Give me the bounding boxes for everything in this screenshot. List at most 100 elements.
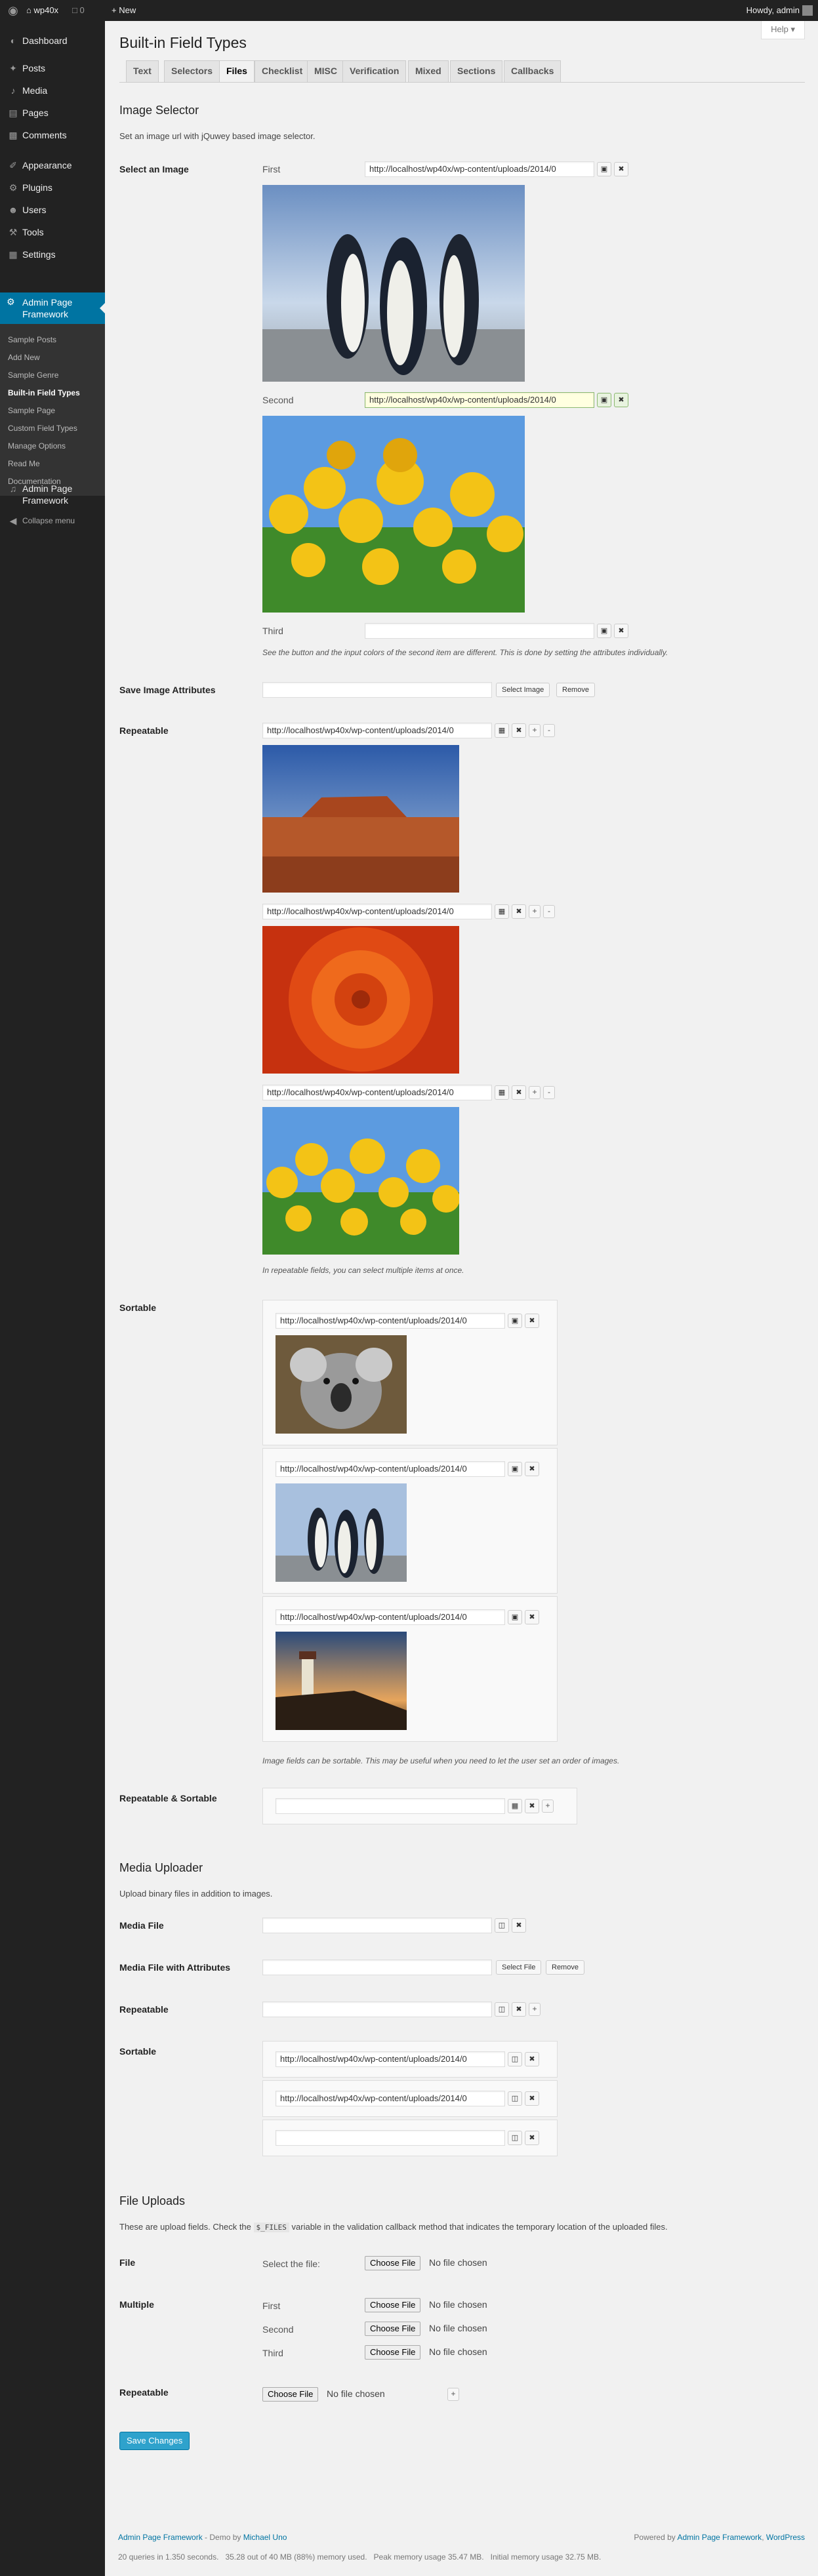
footer-author-link[interactable]: Michael Uno: [243, 2533, 287, 2542]
submenu-item[interactable]: Sample Posts: [8, 334, 56, 345]
choose-file-button[interactable]: Choose File: [365, 2256, 421, 2270]
image-url-input[interactable]: http://localhost/wp40x/wp-content/upload…: [262, 904, 492, 919]
remove-button[interactable]: Remove: [546, 1960, 584, 1975]
help-tab-button[interactable]: Help ▾: [761, 21, 805, 39]
media-url-input[interactable]: http://localhost/wp40x/wp-content/upload…: [276, 2091, 505, 2106]
add-field-button[interactable]: +: [447, 2388, 459, 2401]
remove-field-button[interactable]: -: [543, 1086, 555, 1099]
remove-file-button[interactable]: ✖: [525, 2131, 539, 2145]
remove-file-button[interactable]: ✖: [525, 2091, 539, 2106]
remove-image-button[interactable]: ✖: [512, 723, 526, 738]
remove-field-button[interactable]: -: [543, 905, 555, 918]
select-images-button[interactable]: ▦: [508, 1799, 522, 1813]
media-url-input[interactable]: [262, 1960, 492, 1975]
select-images-button[interactable]: ▦: [495, 904, 509, 919]
choose-file-button[interactable]: Choose File: [365, 2345, 421, 2360]
image-url-input[interactable]: http://localhost/wp40x/wp-content/upload…: [276, 1313, 505, 1329]
sidebar-item-posts[interactable]: ✦ Posts: [0, 62, 105, 75]
tab-text[interactable]: Text: [126, 60, 159, 82]
media-url-input[interactable]: [262, 2002, 492, 2017]
image-attribute-input[interactable]: [262, 682, 492, 698]
add-field-button[interactable]: +: [542, 1800, 554, 1813]
remove-file-button[interactable]: ✖: [525, 2052, 539, 2066]
howdy-user-link[interactable]: Howdy, admin: [746, 0, 800, 21]
tab-files[interactable]: Files: [219, 60, 255, 82]
select-file-button[interactable]: ◫: [495, 2002, 509, 2017]
media-url-input-empty[interactable]: [276, 2130, 505, 2146]
remove-image-button[interactable]: ✖: [614, 162, 628, 176]
sidebar-item-admin-page-framework[interactable]: ⚙ Admin Page Framework: [0, 292, 105, 324]
image-url-input-empty[interactable]: [365, 623, 594, 639]
footer-framework-link[interactable]: Admin Page Framework: [677, 2533, 762, 2542]
image-url-input[interactable]: http://localhost/wp40x/wp-content/upload…: [276, 1609, 505, 1625]
select-file-button[interactable]: ◫: [508, 2052, 522, 2066]
remove-file-button[interactable]: ✖: [512, 1918, 526, 1933]
remove-field-button[interactable]: -: [543, 724, 555, 737]
remove-image-button[interactable]: ✖: [525, 1799, 539, 1813]
submenu-item[interactable]: Custom Field Types: [8, 423, 77, 433]
add-field-button[interactable]: +: [529, 905, 541, 918]
remove-image-button[interactable]: ✖: [614, 624, 628, 638]
remove-button[interactable]: Remove: [556, 683, 595, 697]
avatar[interactable]: [802, 5, 813, 16]
tab-verification[interactable]: Verification: [342, 60, 407, 82]
footer-wordpress-link[interactable]: WordPress: [766, 2533, 805, 2542]
sidebar-item-admin-page-framework-2[interactable]: ♫ Admin Page Framework: [0, 483, 105, 506]
image-url-input[interactable]: http://localhost/wp40x/wp-content/upload…: [276, 1461, 505, 1477]
select-image-button[interactable]: ▣: [508, 1462, 522, 1476]
remove-image-button[interactable]: ✖: [512, 1085, 526, 1100]
image-url-input-empty[interactable]: [276, 1798, 505, 1814]
tab-checklist[interactable]: Checklist: [255, 60, 310, 82]
submenu-item[interactable]: Manage Options: [8, 441, 66, 451]
select-image-button[interactable]: ▣: [508, 1314, 522, 1328]
select-image-button[interactable]: ▣: [597, 624, 611, 638]
remove-image-button[interactable]: ✖: [525, 1610, 539, 1624]
save-changes-button[interactable]: Save Changes: [119, 2432, 190, 2450]
submenu-item-current[interactable]: Built-in Field Types: [8, 388, 80, 398]
tab-callbacks[interactable]: Callbacks: [504, 60, 562, 82]
select-file-button[interactable]: Select File: [496, 1960, 542, 1975]
select-images-button[interactable]: ▦: [495, 723, 509, 738]
footer-framework-link[interactable]: Admin Page Framework: [118, 2533, 203, 2542]
tab-selectors[interactable]: Selectors: [164, 60, 220, 82]
remove-image-button[interactable]: ✖: [614, 393, 628, 407]
select-file-button[interactable]: ◫: [495, 1918, 509, 1933]
new-content-link[interactable]: + New: [112, 0, 136, 21]
remove-image-button[interactable]: ✖: [512, 904, 526, 919]
submenu-item[interactable]: Sample Genre: [8, 370, 58, 380]
select-image-button[interactable]: Select Image: [496, 683, 550, 697]
media-url-input[interactable]: [262, 1918, 492, 1933]
image-url-input-highlighted[interactable]: http://localhost/wp40x/wp-content/upload…: [365, 392, 594, 408]
tab-sections[interactable]: Sections: [450, 60, 503, 82]
submenu-item[interactable]: Add New: [8, 352, 40, 363]
tab-misc[interactable]: MISC: [307, 60, 344, 82]
select-image-button[interactable]: ▣: [597, 393, 611, 407]
add-field-button[interactable]: +: [529, 1086, 541, 1099]
add-field-button[interactable]: +: [529, 2003, 541, 2016]
submenu-item[interactable]: Sample Page: [8, 405, 55, 416]
sidebar-item-comments[interactable]: ▩ Comments: [0, 129, 105, 142]
choose-file-button[interactable]: Choose File: [365, 2322, 421, 2336]
sidebar-item-media[interactable]: ♪ Media: [0, 84, 105, 97]
choose-file-button[interactable]: Choose File: [262, 2387, 319, 2402]
image-url-input[interactable]: http://localhost/wp40x/wp-content/upload…: [262, 1085, 492, 1100]
wordpress-logo-icon[interactable]: ◉: [5, 0, 21, 21]
image-url-input[interactable]: http://localhost/wp40x/wp-content/upload…: [365, 161, 594, 177]
select-image-button[interactable]: ▣: [508, 1610, 522, 1624]
submenu-item[interactable]: Read Me: [8, 458, 40, 469]
sidebar-item-users[interactable]: ☻ Users: [0, 203, 105, 216]
sidebar-item-settings[interactable]: ▦ Settings: [0, 248, 105, 261]
tab-mixed[interactable]: Mixed: [408, 60, 449, 82]
sidebar-item-dashboard[interactable]: ◐ Dashboard: [0, 34, 105, 47]
collapse-menu-button[interactable]: ◀ Collapse menu: [0, 514, 105, 527]
media-url-input[interactable]: http://localhost/wp40x/wp-content/upload…: [276, 2051, 505, 2067]
sidebar-item-tools[interactable]: ⚒ Tools: [0, 226, 105, 239]
select-image-button[interactable]: ▣: [597, 162, 611, 176]
comments-link[interactable]: □ 0: [72, 0, 85, 21]
remove-image-button[interactable]: ✖: [525, 1462, 539, 1476]
site-name-link[interactable]: ⌂ wp40x: [26, 0, 58, 21]
sidebar-item-pages[interactable]: ▤ Pages: [0, 106, 105, 119]
remove-image-button[interactable]: ✖: [525, 1314, 539, 1328]
select-file-button[interactable]: ◫: [508, 2131, 522, 2145]
remove-file-button[interactable]: ✖: [512, 2002, 526, 2017]
